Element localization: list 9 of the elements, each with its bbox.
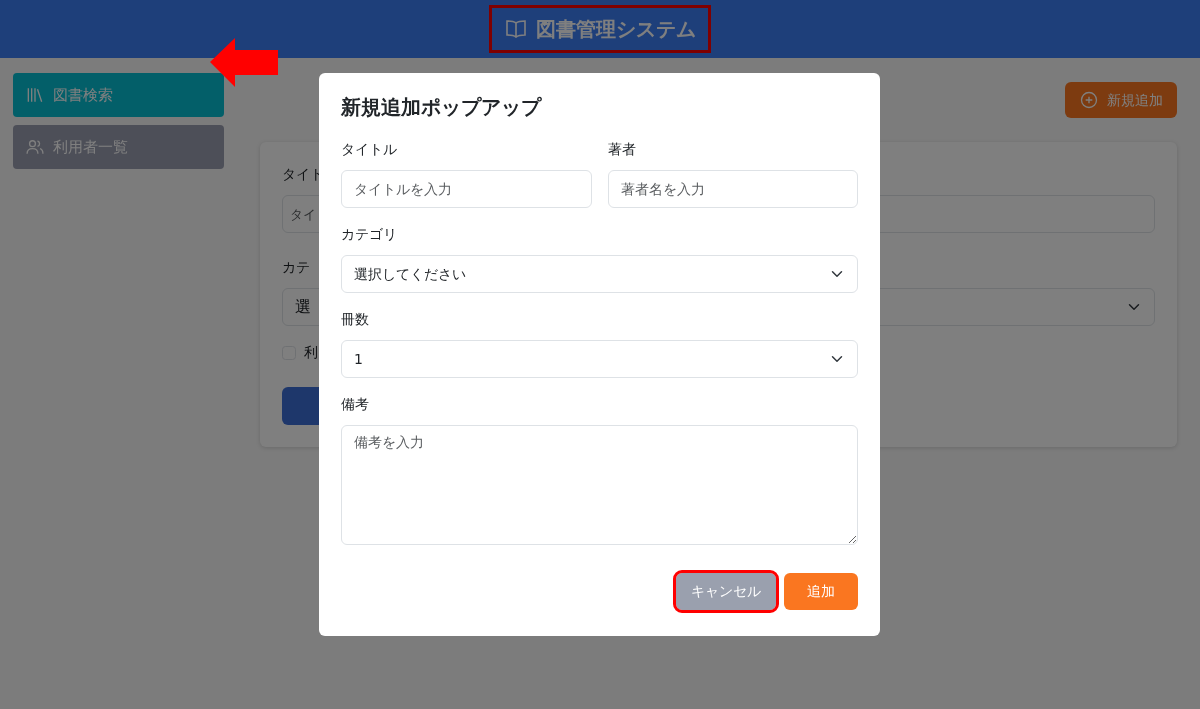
field-label: 著者 xyxy=(607,140,637,159)
app-title: 図書管理システム xyxy=(492,8,708,50)
field-label: タイトル xyxy=(341,140,398,159)
field-label: 冊数 xyxy=(341,310,370,329)
modal-title: 新規追加ポップアップ xyxy=(341,95,543,119)
field-label: カテゴリ xyxy=(341,225,398,244)
checkbox-label: 利 xyxy=(304,343,318,362)
field-label: 備考 xyxy=(341,395,370,414)
field-label: カテ xyxy=(282,258,310,277)
